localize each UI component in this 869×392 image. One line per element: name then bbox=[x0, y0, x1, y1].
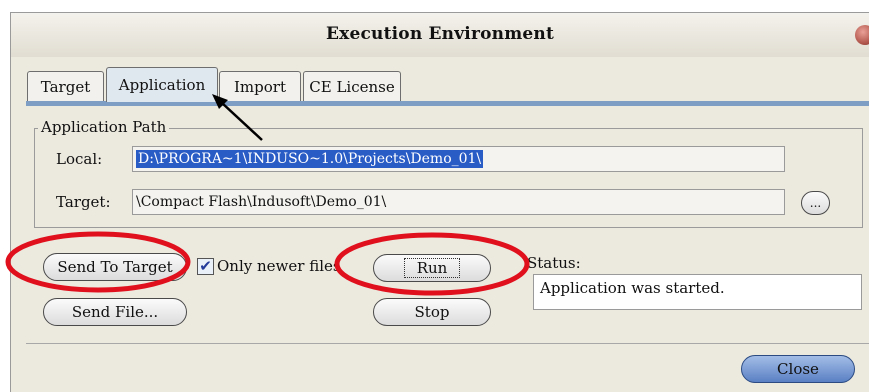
tab-target-label: Target bbox=[40, 78, 91, 96]
tab-target[interactable]: Target bbox=[27, 71, 104, 102]
send-file-button[interactable]: Send File... bbox=[43, 298, 187, 326]
tab-import[interactable]: Import bbox=[219, 71, 301, 102]
send-file-label: Send File... bbox=[71, 303, 159, 321]
status-label: Status: bbox=[527, 254, 581, 272]
target-path-value: \Compact Flash\Indusoft\Demo_01\ bbox=[136, 194, 387, 210]
run-button[interactable]: Run bbox=[373, 254, 491, 282]
window-title: Execution Environment bbox=[325, 24, 555, 44]
close-button[interactable]: Close bbox=[741, 355, 855, 383]
target-path-field[interactable]: \Compact Flash\Indusoft\Demo_01\ bbox=[132, 189, 785, 215]
status-box: Application was started. bbox=[533, 274, 862, 310]
application-path-title: Application Path bbox=[38, 118, 170, 136]
local-path-value: D:\PROGRA~1\INDUSO~1.0\Projects\Demo_01\ bbox=[136, 150, 484, 168]
local-label: Local: bbox=[56, 150, 103, 168]
tab-application[interactable]: Application bbox=[106, 67, 218, 102]
run-label: Run bbox=[403, 258, 461, 278]
target-label: Target: bbox=[56, 193, 111, 211]
execution-environment-dialog: Execution Environment Target Application… bbox=[10, 12, 869, 392]
only-newer-files-label: Only newer files bbox=[217, 257, 341, 275]
browse-button[interactable]: ... bbox=[801, 191, 830, 215]
send-to-target-label: Send To Target bbox=[57, 258, 173, 276]
send-to-target-button[interactable]: Send To Target bbox=[43, 253, 187, 281]
footer-separator bbox=[26, 343, 869, 344]
tab-import-label: Import bbox=[234, 78, 286, 96]
close-button-label: Close bbox=[777, 360, 819, 378]
stop-button[interactable]: Stop bbox=[373, 298, 491, 326]
status-text: Application was started. bbox=[540, 279, 725, 297]
tab-ce-license[interactable]: CE License bbox=[303, 71, 401, 102]
tab-ce-license-label: CE License bbox=[309, 78, 395, 96]
local-path-field[interactable]: D:\PROGRA~1\INDUSO~1.0\Projects\Demo_01\ bbox=[132, 146, 785, 172]
stop-label: Stop bbox=[414, 303, 450, 321]
only-newer-files-checkbox[interactable]: ✔ bbox=[197, 258, 214, 275]
tab-application-label: Application bbox=[118, 76, 206, 94]
close-window-icon[interactable] bbox=[855, 25, 869, 45]
title-bar: Execution Environment bbox=[11, 13, 869, 57]
browse-button-label: ... bbox=[809, 196, 822, 210]
